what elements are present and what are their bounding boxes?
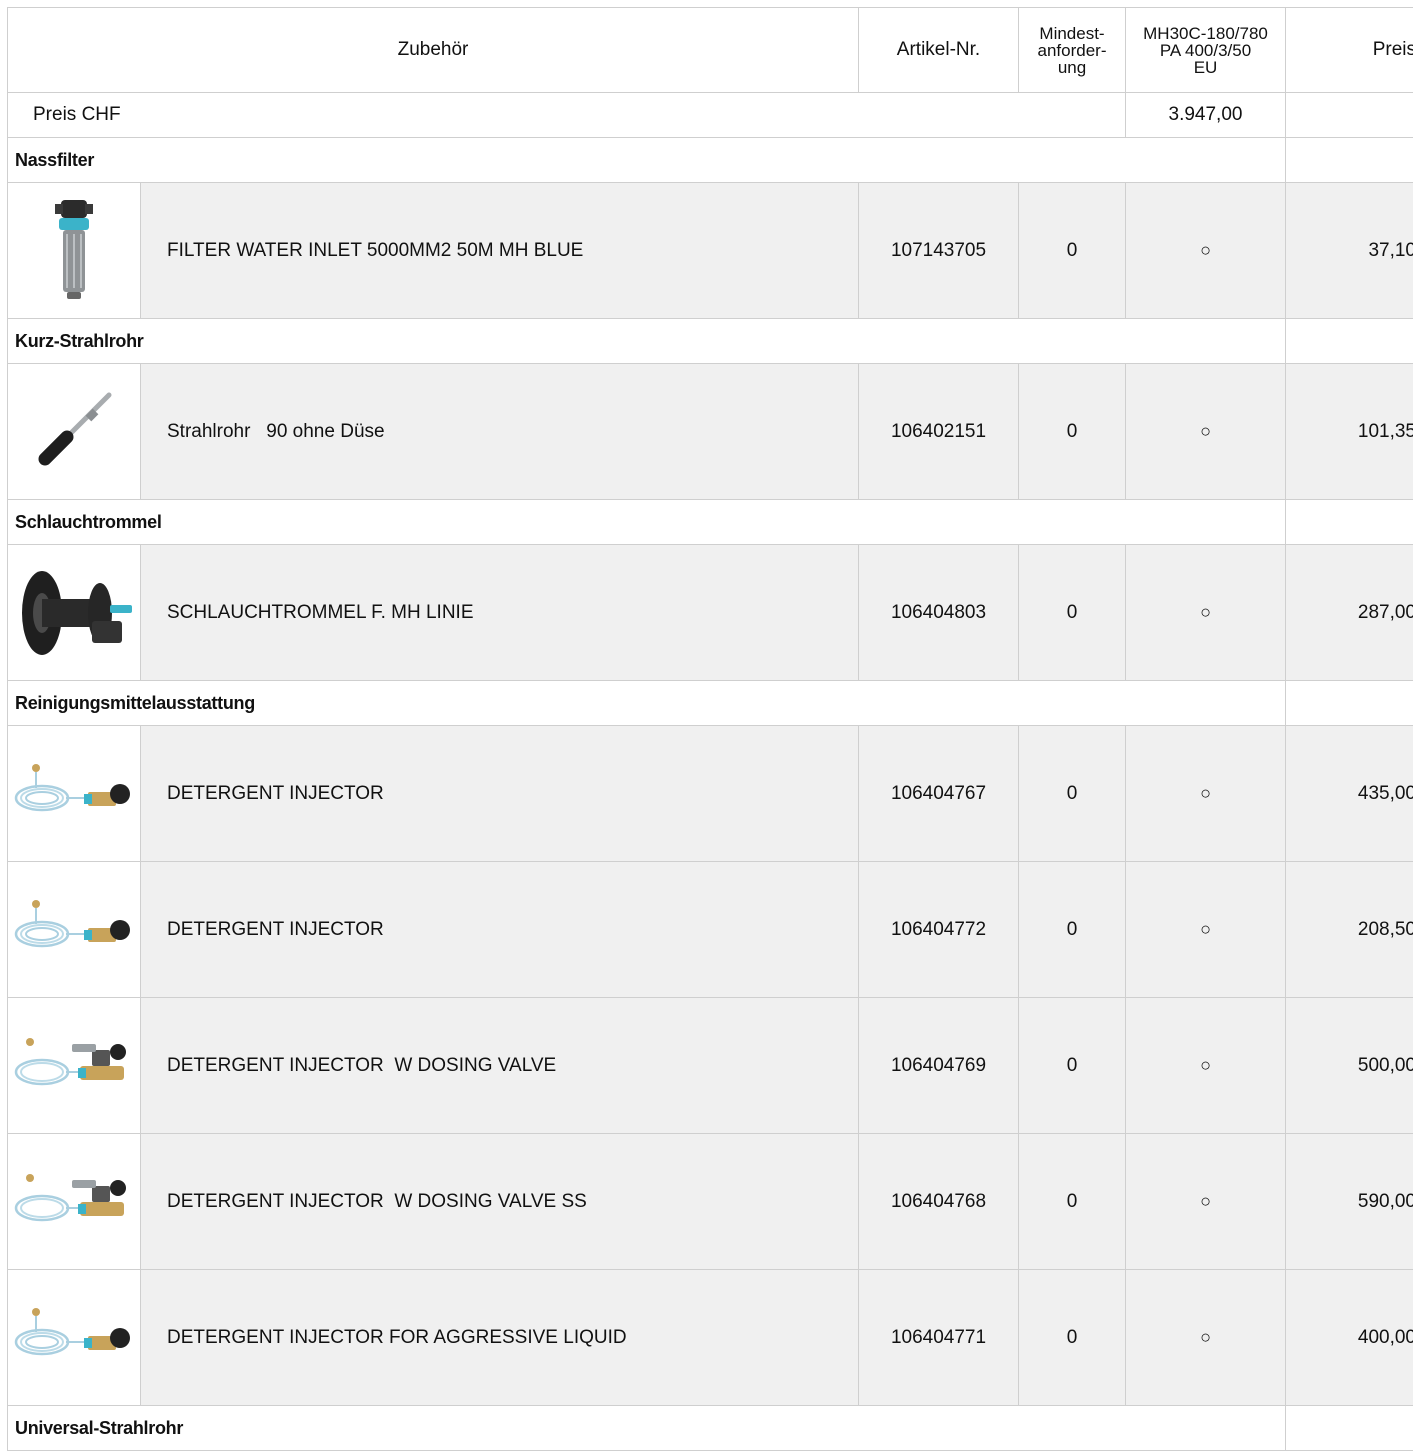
- minimum-requirement: 0: [1019, 1134, 1126, 1270]
- category-row: Universal-Strahlrohr: [8, 1406, 1413, 1451]
- item-price: 101,35: [1286, 364, 1413, 500]
- option-marker: ○: [1126, 862, 1286, 998]
- table-row: DETERGENT INJECTOR1064047720○208,50: [8, 862, 1413, 998]
- minimum-requirement: 0: [1019, 726, 1126, 862]
- header-model: MH30C-180/780 PA 400/3/50 EU: [1126, 8, 1286, 93]
- base-price-empty-cell: [1286, 93, 1413, 138]
- product-name: DETERGENT INJECTOR W DOSING VALVE: [141, 998, 859, 1134]
- header-accessory: Zubehör: [8, 8, 859, 93]
- option-marker: ○: [1126, 1134, 1286, 1270]
- product-image-cell: [8, 364, 141, 500]
- category-title: Kurz-Strahlrohr: [8, 319, 1286, 364]
- minimum-requirement: 0: [1019, 862, 1126, 998]
- option-marker: ○: [1126, 545, 1286, 681]
- product-image-cell: [8, 1134, 141, 1270]
- category-empty-cell: [1286, 138, 1413, 183]
- option-marker: ○: [1126, 183, 1286, 319]
- table-row: DETERGENT INJECTOR W DOSING VALVE1064047…: [8, 998, 1413, 1134]
- detergent-injector-icon: [8, 1298, 140, 1378]
- header-minimum-requirement: Mindest- anforder- ung: [1019, 8, 1126, 93]
- option-marker: ○: [1126, 998, 1286, 1134]
- item-price: 435,00: [1286, 726, 1413, 862]
- detergent-injector-icon: [8, 754, 140, 834]
- table-row: DETERGENT INJECTOR1064047670○435,00: [8, 726, 1413, 862]
- lance-icon: [8, 387, 140, 477]
- item-price: 400,00: [1286, 1270, 1413, 1406]
- header-min-line3: ung: [1019, 59, 1125, 76]
- minimum-requirement: 0: [1019, 545, 1126, 681]
- product-image-cell: [8, 183, 141, 319]
- product-name: DETERGENT INJECTOR W DOSING VALVE SS: [141, 1134, 859, 1270]
- header-model-line2: PA 400/3/50: [1126, 42, 1285, 59]
- category-row: Nassfilter: [8, 138, 1413, 183]
- product-name: Strahlrohr 90 ohne Düse: [141, 364, 859, 500]
- product-name: DETERGENT INJECTOR: [141, 726, 859, 862]
- minimum-requirement: 0: [1019, 364, 1126, 500]
- water-filter-icon: [8, 198, 140, 303]
- option-marker: ○: [1126, 1270, 1286, 1406]
- article-number: 106404768: [859, 1134, 1019, 1270]
- article-number: 106404771: [859, 1270, 1019, 1406]
- item-price: 500,00: [1286, 998, 1413, 1134]
- product-name: DETERGENT INJECTOR FOR AGGRESSIVE LIQUID: [141, 1270, 859, 1406]
- item-price: 37,10: [1286, 183, 1413, 319]
- product-image-cell: [8, 998, 141, 1134]
- table-body: Preis CHF 3.947,00 Nassfilter FILTER WAT…: [8, 93, 1413, 1451]
- article-number: 106402151: [859, 364, 1019, 500]
- product-name: SCHLAUCHTROMMEL F. MH LINIE: [141, 545, 859, 681]
- option-marker: ○: [1126, 364, 1286, 500]
- category-row: Reinigungsmittelausstattung: [8, 681, 1413, 726]
- category-title: Universal-Strahlrohr: [8, 1406, 1286, 1451]
- table-row: FILTER WATER INLET 5000MM2 50M MH BLUE10…: [8, 183, 1413, 319]
- header-min-line2: anforder-: [1019, 42, 1125, 59]
- product-image-cell: [8, 545, 141, 681]
- dosing-injector-icon: [8, 1026, 140, 1106]
- header-model-line3: EU: [1126, 59, 1285, 76]
- minimum-requirement: 0: [1019, 998, 1126, 1134]
- table-row: SCHLAUCHTROMMEL F. MH LINIE1064048030○28…: [8, 545, 1413, 681]
- header-min-line1: Mindest-: [1019, 25, 1125, 42]
- base-price-label: Preis CHF: [8, 93, 1126, 138]
- article-number: 106404767: [859, 726, 1019, 862]
- base-price-row: Preis CHF 3.947,00: [8, 93, 1413, 138]
- table-row: DETERGENT INJECTOR W DOSING VALVE SS1064…: [8, 1134, 1413, 1270]
- product-name: FILTER WATER INLET 5000MM2 50M MH BLUE: [141, 183, 859, 319]
- product-name: DETERGENT INJECTOR: [141, 862, 859, 998]
- product-image-cell: [8, 726, 141, 862]
- article-number: 106404769: [859, 998, 1019, 1134]
- detergent-injector-icon: [8, 890, 140, 970]
- item-price: 590,00: [1286, 1134, 1413, 1270]
- table-row: Strahlrohr 90 ohne Düse1064021510○101,35: [8, 364, 1413, 500]
- base-price-value: 3.947,00: [1126, 93, 1286, 138]
- item-price: 208,50: [1286, 862, 1413, 998]
- minimum-requirement: 0: [1019, 183, 1126, 319]
- item-price: 287,00: [1286, 545, 1413, 681]
- option-marker: ○: [1126, 726, 1286, 862]
- category-empty-cell: [1286, 500, 1413, 545]
- category-empty-cell: [1286, 319, 1413, 364]
- category-title: Reinigungsmittelausstattung: [8, 681, 1286, 726]
- category-row: Schlauchtrommel: [8, 500, 1413, 545]
- category-row: Kurz-Strahlrohr: [8, 319, 1413, 364]
- category-empty-cell: [1286, 1406, 1413, 1451]
- article-number: 107143705: [859, 183, 1019, 319]
- minimum-requirement: 0: [1019, 1270, 1126, 1406]
- table-row: DETERGENT INJECTOR FOR AGGRESSIVE LIQUID…: [8, 1270, 1413, 1406]
- category-empty-cell: [1286, 681, 1413, 726]
- article-number: 106404803: [859, 545, 1019, 681]
- hose-reel-icon: [8, 563, 140, 663]
- header-article-number: Artikel-Nr.: [859, 8, 1019, 93]
- category-title: Nassfilter: [8, 138, 1286, 183]
- header-price: Preis: [1286, 8, 1413, 93]
- category-title: Schlauchtrommel: [8, 500, 1286, 545]
- accessory-table: Zubehör Artikel-Nr. Mindest- anforder- u…: [7, 7, 1413, 1451]
- accessory-price-sheet: Zubehör Artikel-Nr. Mindest- anforder- u…: [7, 7, 1413, 1451]
- product-image-cell: [8, 1270, 141, 1406]
- article-number: 106404772: [859, 862, 1019, 998]
- product-image-cell: [8, 862, 141, 998]
- table-header-row: Zubehör Artikel-Nr. Mindest- anforder- u…: [8, 8, 1413, 93]
- dosing-injector-icon: [8, 1162, 140, 1242]
- header-model-line1: MH30C-180/780: [1126, 25, 1285, 42]
